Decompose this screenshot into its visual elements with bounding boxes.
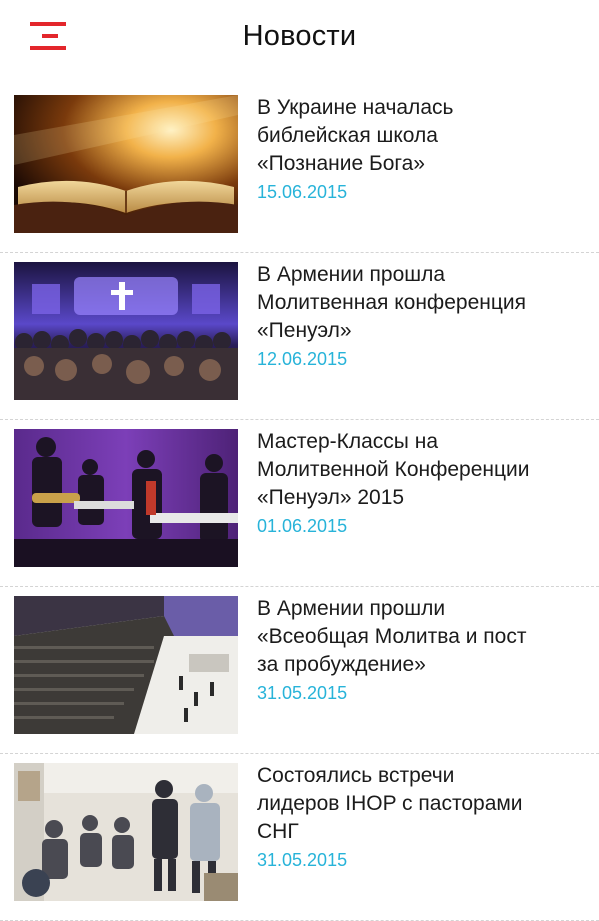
news-headline: В Армении прошла Молитвенная конференция… (257, 263, 526, 342)
news-text: В Украине началась библейская школа «Поз… (257, 94, 587, 204)
news-date: 15.06.2015 (257, 182, 348, 202)
page-title: Новости (242, 20, 357, 52)
news-thumbnail-leaders-meeting (14, 763, 238, 901)
news-text: Состоялись встречи лидеров IHOP с пастор… (257, 762, 587, 872)
news-date: 12.06.2015 (257, 349, 348, 369)
news-thumbnail-open-bible (14, 95, 238, 233)
news-headline: В Армении прошли «Всеобщая Молитва и пос… (257, 597, 527, 676)
news-item[interactable]: В Армении прошла Молитвенная конференция… (0, 253, 599, 420)
news-thumbnail-conference-stage (14, 262, 238, 400)
news-headline: Состоялись встречи лидеров IHOP с пастор… (257, 764, 523, 843)
news-list: В Украине началась библейская школа «Поз… (0, 86, 599, 921)
news-text: Мастер-Классы на Молитвенной Конференции… (257, 428, 587, 538)
news-text: В Армении прошла Молитвенная конференция… (257, 261, 587, 371)
news-date: 01.06.2015 (257, 516, 348, 536)
news-item[interactable]: В Армении прошли «Всеобщая Молитва и пос… (0, 587, 599, 754)
news-text: В Армении прошли «Всеобщая Молитва и пос… (257, 595, 587, 705)
news-thumbnail-arena-audience (14, 596, 238, 734)
news-date: 31.05.2015 (257, 683, 348, 703)
news-item[interactable]: В Украине началась библейская школа «Поз… (0, 86, 599, 253)
app-header: Новости (0, 0, 599, 86)
news-item[interactable]: Мастер-Классы на Молитвенной Конференции… (0, 420, 599, 587)
news-thumbnail-worship-band (14, 429, 238, 567)
news-date: 31.05.2015 (257, 850, 348, 870)
news-headline: Мастер-Классы на Молитвенной Конференции… (257, 430, 530, 509)
news-headline: В Украине началась библейская школа «Поз… (257, 96, 454, 175)
news-item[interactable]: Состоялись встречи лидеров IHOP с пастор… (0, 754, 599, 921)
